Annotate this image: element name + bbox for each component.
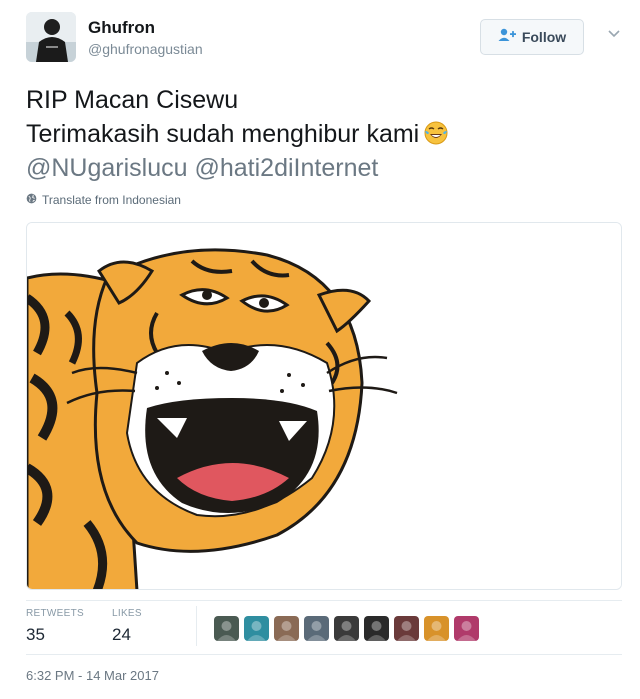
mention-link[interactable]: @NUgarislucu <box>26 154 188 182</box>
tiger-illustration <box>27 223 621 589</box>
tweet-line-1: RIP Macan Cisewu <box>26 86 239 114</box>
avatar[interactable] <box>26 12 76 62</box>
divider <box>26 654 622 655</box>
liker-avatar[interactable] <box>364 616 389 641</box>
tweet-line-2: Terimakasih sudah menghibur kami <box>26 117 616 151</box>
liker-avatars <box>214 616 479 641</box>
follow-button-label: Follow <box>521 29 567 45</box>
liker-avatar[interactable] <box>454 616 479 641</box>
liker-avatar[interactable] <box>214 616 239 641</box>
retweets-label: RETWEETS <box>26 608 84 619</box>
likes-stat[interactable]: LIKES 24 <box>112 608 142 645</box>
liker-avatar[interactable] <box>334 616 359 641</box>
liker-avatar[interactable] <box>394 616 419 641</box>
follow-button[interactable]: Follow <box>480 19 584 55</box>
stats-divider <box>196 606 197 646</box>
globe-icon <box>26 193 37 207</box>
tweet-timestamp[interactable]: 6:32 PM - 14 Mar 2017 <box>26 668 159 683</box>
translate-link[interactable]: Translate from Indonesian <box>26 193 181 207</box>
tweet-header: Ghufron @ghufronagustian Follow <box>26 12 622 68</box>
retweets-count: 35 <box>26 625 45 644</box>
liker-avatar[interactable] <box>424 616 449 641</box>
tweet-text: RIP Macan Cisewu Terimakasih sudah mengh… <box>26 83 616 185</box>
liker-avatar[interactable] <box>244 616 269 641</box>
liker-avatar[interactable] <box>304 616 329 641</box>
tweet-line-3: @NUgarislucu @hati2diInternet <box>26 151 616 185</box>
likes-label: LIKES <box>112 608 142 619</box>
liker-avatar[interactable] <box>274 616 299 641</box>
tweet-line-2-text: Terimakasih sudah menghibur kami <box>26 120 420 148</box>
divider <box>26 600 622 601</box>
translate-label: Translate from Indonesian <box>42 193 181 207</box>
author-info: Ghufron @ghufronagustian <box>88 18 203 58</box>
tweet-stats: RETWEETS 35 LIKES 24 <box>26 606 622 652</box>
author-name[interactable]: Ghufron <box>88 18 203 38</box>
author-handle[interactable]: @ghufronagustian <box>88 40 203 58</box>
chevron-down-icon[interactable] <box>606 26 622 42</box>
mention-link[interactable]: @hati2diInternet <box>195 154 379 182</box>
add-user-icon <box>498 28 516 47</box>
likes-count: 24 <box>112 625 131 644</box>
tweet-media-image[interactable] <box>26 222 622 590</box>
retweets-stat[interactable]: RETWEETS 35 <box>26 608 84 645</box>
tears-of-joy-emoji-icon <box>423 120 449 146</box>
